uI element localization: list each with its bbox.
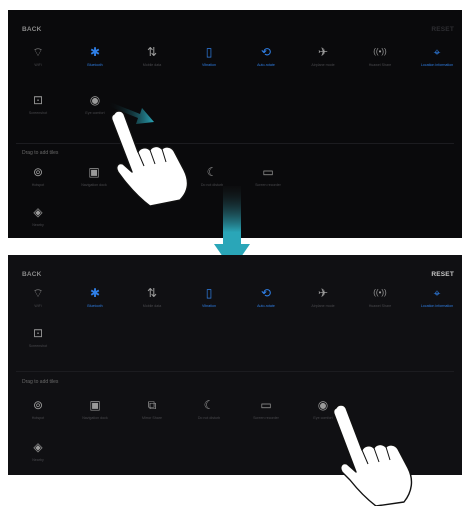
navigation-dock-icon: ▣ (89, 398, 101, 412)
tile-nearby[interactable]: ◈ Nearby (10, 204, 66, 228)
mobile-data-icon: ⇅ (146, 286, 158, 300)
tile-auto-rotate[interactable]: ⟲ Auto-rotate (238, 285, 294, 309)
back-button[interactable]: BACK (22, 26, 42, 33)
hotspot-icon: ⊚ (32, 165, 44, 179)
tile-nearby[interactable]: ◈ Nearby (10, 439, 66, 463)
tile-label: Airplane mode (311, 63, 335, 67)
tile-label: Do not disturb (197, 416, 221, 420)
tile-hotspot[interactable]: ⊚ Hotspot (10, 164, 66, 188)
tile-label: Mirror Share (142, 416, 162, 420)
auto-rotate-icon: ⟲ (260, 286, 272, 300)
tile-mobile-data[interactable]: ⇅ Mobile data (124, 285, 180, 309)
tile-navigation-dock[interactable]: ▣ Navigation dock (67, 397, 123, 421)
tile-label: Auto-rotate (257, 63, 275, 67)
do-not-disturb-icon: ☾ (203, 398, 215, 412)
tile-label: Location information (420, 63, 454, 67)
tile-bluetooth[interactable]: ✱ Bluetooth (67, 44, 123, 68)
tile-screen-recorder[interactable]: ▭ Screen recorder (238, 397, 294, 421)
tile-mirror-share[interactable]: ⧉ Mirror Share (124, 397, 180, 421)
tile-label: Bluetooth (87, 63, 103, 67)
wifi-icon: ⌔ (32, 286, 44, 300)
tile-wifi[interactable]: ⌔ WiFi (10, 44, 66, 68)
reset-button[interactable]: RESET (431, 26, 454, 33)
tile-label: Nearby (32, 458, 44, 462)
tile-label: Nearby (32, 223, 44, 227)
hand-pointer-icon (110, 110, 189, 206)
tile-label: Screenshot (28, 344, 48, 348)
divider (16, 143, 454, 144)
location-icon: ⌖ (433, 286, 441, 300)
drag-to-add-label: Drag to add tiles (22, 379, 59, 385)
tile-label: Screen recorder (253, 416, 279, 420)
hotspot-share-icon: ((•)) (373, 288, 387, 297)
tile-wifi[interactable]: ⌔ WiFi (10, 285, 66, 309)
tile-label: Auto-rotate (257, 304, 275, 308)
tile-label: Screenshot (28, 111, 48, 115)
tile-label: Hotspot (31, 183, 45, 187)
tile-hotspot-share[interactable]: ((•)) Huawei Share (352, 44, 408, 68)
nearby-icon: ◈ (33, 440, 43, 454)
tile-vibration[interactable]: ▯ Vibration (181, 285, 237, 309)
location-icon: ⌖ (433, 45, 441, 59)
tile-location[interactable]: ⌖ Location information (409, 285, 462, 309)
tile-label: Huawei Share (368, 304, 392, 308)
tile-mobile-data[interactable]: ⇅ Mobile data (124, 44, 180, 68)
hotspot-icon: ⊚ (32, 398, 44, 412)
tile-screen-recorder[interactable]: ▭ Screen recorder (240, 164, 296, 188)
hand-pointer-icon (332, 404, 413, 506)
tile-do-not-disturb[interactable]: ☾ Do not disturb (181, 397, 237, 421)
mobile-data-icon: ⇅ (146, 45, 158, 59)
screenshot-icon: ⊡ (32, 326, 44, 340)
airplane-icon: ✈ (317, 45, 329, 59)
wifi-icon: ⌔ (32, 45, 44, 59)
tile-label: Mobile data (142, 63, 162, 67)
nearby-icon: ◈ (33, 205, 43, 219)
bluetooth-icon: ✱ (89, 286, 101, 300)
airplane-icon: ✈ (317, 286, 329, 300)
tile-bluetooth[interactable]: ✱ Bluetooth (67, 285, 123, 309)
tile-label: Vibration (201, 63, 217, 67)
reset-button[interactable]: RESET (431, 271, 454, 278)
tile-label: Bluetooth (87, 304, 103, 308)
auto-rotate-icon: ⟲ (260, 45, 272, 59)
tile-airplane[interactable]: ✈ Airplane mode (295, 44, 351, 68)
tile-hotspot-share[interactable]: ((•)) Huawei Share (352, 285, 408, 309)
tile-vibration[interactable]: ▯ Vibration (181, 44, 237, 68)
tile-label: Navigation dock (82, 416, 108, 420)
hotspot-share-icon: ((•)) (373, 47, 387, 56)
bluetooth-icon: ✱ (89, 45, 101, 59)
tile-screenshot[interactable]: ⊡ Screenshot (10, 325, 66, 349)
tile-hotspot[interactable]: ⊚ Hotspot (10, 397, 66, 421)
mirror-share-icon: ⧉ (147, 398, 157, 412)
drag-to-add-label: Drag to add tiles (22, 150, 59, 156)
tile-label: WiFi (34, 63, 42, 67)
screen-recorder-icon: ▭ (260, 398, 272, 412)
tile-airplane[interactable]: ✈ Airplane mode (295, 285, 351, 309)
tile-label: Vibration (201, 304, 217, 308)
tile-label: Hotspot (31, 416, 45, 420)
tile-location[interactable]: ⌖ Location information (409, 44, 462, 68)
tile-screenshot[interactable]: ⊡ Screenshot (10, 92, 66, 116)
screenshot-icon: ⊡ (32, 93, 44, 107)
back-button[interactable]: BACK (22, 271, 42, 278)
vibration-icon: ▯ (205, 45, 213, 59)
tile-label: Location information (420, 304, 454, 308)
tile-label: Huawei Share (368, 63, 392, 67)
tile-auto-rotate[interactable]: ⟲ Auto-rotate (238, 44, 294, 68)
divider (16, 371, 454, 372)
vibration-icon: ▯ (205, 286, 213, 300)
tile-label: Airplane mode (311, 304, 335, 308)
tile-label: Mobile data (142, 304, 162, 308)
screen-recorder-icon: ▭ (262, 165, 274, 179)
tile-label: WiFi (34, 304, 42, 308)
